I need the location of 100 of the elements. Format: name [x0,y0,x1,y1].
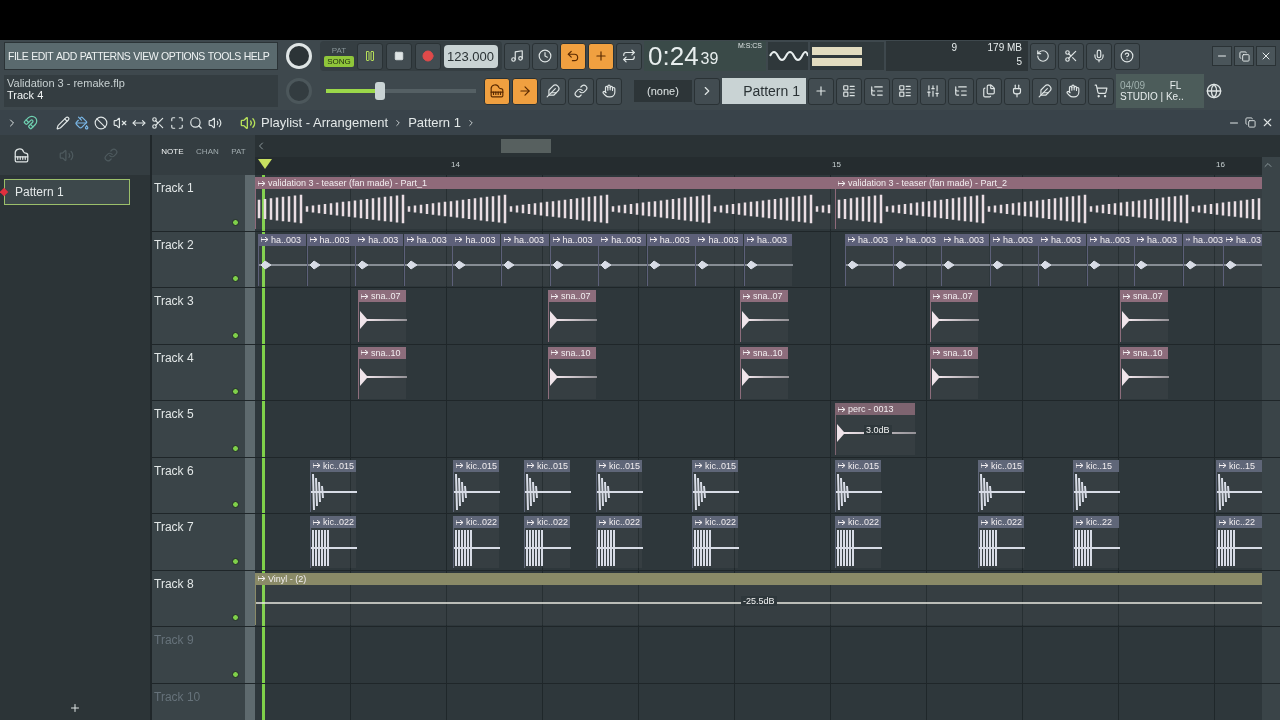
microphone-button[interactable] [1086,42,1112,70]
timeline-ruler[interactable]: 14 15 16 [255,157,1262,175]
hand-button[interactable] [596,77,622,105]
track-header[interactable]: Track 4 [152,344,245,400]
track-header[interactable]: Track 3 [152,288,245,344]
clip[interactable]: kic..15 [1073,459,1119,512]
clip[interactable]: kic..022 [692,516,738,568]
loop-button[interactable] [616,42,642,70]
clip[interactable]: ha..003 [1183,233,1223,286]
clip[interactable]: ha..003 [258,233,306,286]
pencil-icon[interactable] [56,115,70,130]
clip[interactable]: kic..015 [596,459,642,512]
delete-icon[interactable] [94,115,108,130]
picker-tab[interactable]: PAT [231,147,246,156]
track-led[interactable] [232,218,239,226]
mode-toggle[interactable]: PAT [324,45,354,56]
clip[interactable]: kic..022 [453,516,499,568]
playback-icon[interactable] [208,115,222,130]
menu-item[interactable]: HELP [243,50,270,62]
slider-thumb[interactable] [375,82,385,100]
scrollbar[interactable] [1262,401,1280,457]
clip[interactable]: sna..10 [548,346,596,399]
pattern-selector[interactable]: Pattern 1 [722,78,806,104]
refresh-button[interactable] [1030,42,1056,70]
add-button[interactable] [808,77,834,105]
help-button[interactable] [1114,42,1140,70]
clip[interactable]: validation 3 - teaser (fan made) - Part_1 [255,177,835,229]
snap-dropdown[interactable]: (none) [634,80,692,102]
scissors-button[interactable] [1058,42,1084,70]
piano-roll-button[interactable] [864,77,890,105]
track-header[interactable]: Track 6 [152,457,245,513]
clip[interactable]: ha..003 [452,233,501,286]
clip[interactable]: kic..015 [310,459,356,512]
restore-button[interactable] [1245,117,1256,128]
step-button[interactable] [588,42,614,70]
clip[interactable]: ha..003 [1038,233,1086,286]
scrollbar[interactable] [1262,175,1280,231]
metronome-button[interactable] [504,42,530,70]
clip[interactable]: ha..003 [306,233,355,286]
countdown-button[interactable] [560,42,586,70]
scrollbar[interactable] [1262,157,1280,175]
feather-button[interactable] [540,77,566,105]
mute-icon[interactable] [113,115,127,130]
clip[interactable]: ha..003 [598,233,647,286]
track-led[interactable] [232,331,239,339]
breadcrumb[interactable]: Pattern 1 [408,115,461,130]
clip[interactable]: validation 3 - teaser (fan made) - Part_2 [835,177,1262,229]
clip[interactable]: sna..07 [548,290,596,342]
track-led[interactable] [232,614,239,621]
select-icon[interactable] [170,115,184,130]
menu-item[interactable]: VIEW [133,50,159,62]
track-header[interactable]: Track 5 [152,401,245,457]
menu-item[interactable]: FILE [8,50,29,62]
track-led[interactable] [232,501,239,508]
clip[interactable]: sna..07 [740,290,788,342]
clip[interactable]: sna..10 [930,346,978,399]
slice-icon[interactable] [151,115,165,130]
scrollbar[interactable] [1262,570,1280,626]
cart-button[interactable] [1088,77,1114,105]
clip[interactable]: sna..10 [358,346,406,399]
clip[interactable]: kic..022 [978,516,1024,568]
scrollbar[interactable] [1262,514,1280,570]
picker-tab[interactable]: CHAN [196,147,219,156]
clip[interactable]: ha..003 [941,233,989,286]
scrollbar[interactable] [255,135,1280,157]
clip[interactable]: perc - 0013 3.0dB [835,403,915,455]
clock-button[interactable] [532,42,558,70]
clip[interactable]: kic..22 [1073,516,1119,568]
close-button[interactable] [1261,116,1274,129]
track-led[interactable] [232,444,239,452]
clip[interactable]: kic..22 [1216,516,1262,568]
clip[interactable]: ha..003 [646,233,695,286]
menu-item[interactable]: PATTERNS [79,50,131,62]
menu-item[interactable]: EDIT [31,50,54,62]
restore-button[interactable] [1234,46,1254,66]
clip[interactable]: kic..022 [835,516,881,568]
clip[interactable]: kic..015 [978,459,1024,512]
clip[interactable]: ha..003 [501,233,549,286]
clip[interactable]: kic..015 [835,459,881,512]
minimize-button[interactable] [1212,46,1232,66]
clip[interactable]: sna..07 [930,290,978,342]
clip[interactable]: kic..015 [524,459,570,512]
play-arrow-button[interactable] [694,77,720,105]
clip[interactable]: kic..022 [596,516,642,568]
track-led[interactable] [232,670,239,678]
globe-icon[interactable] [1206,83,1222,99]
clip[interactable]: ha..003 [1134,233,1182,286]
tempo-display[interactable]: 123.000 [444,44,498,68]
clip[interactable]: ha..003 [845,233,893,286]
zoom-icon[interactable] [189,115,203,130]
close-button[interactable] [1256,46,1276,66]
clip[interactable]: kic..15 [1216,459,1262,512]
scrollbar[interactable] [1262,231,1280,287]
clip[interactable]: ha..003 [549,233,598,286]
clip[interactable]: ha..003 [695,233,744,286]
typing-keyboard-button[interactable] [484,77,510,105]
clip[interactable]: ha..003 [744,233,792,286]
playlist-button[interactable] [836,77,862,105]
hand-button[interactable] [1060,77,1086,105]
browser-button[interactable] [948,77,974,105]
